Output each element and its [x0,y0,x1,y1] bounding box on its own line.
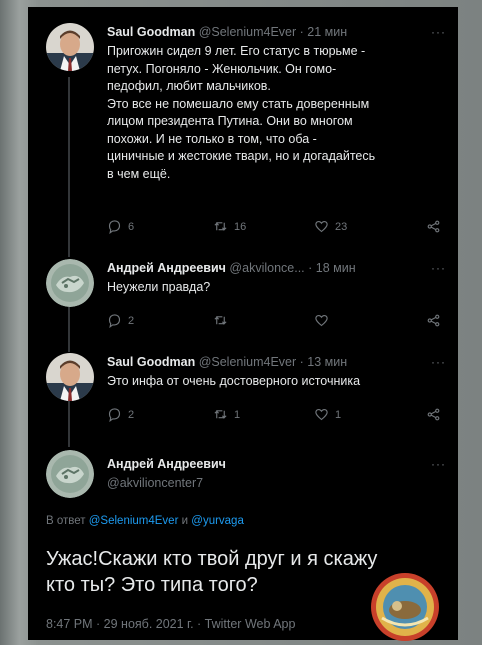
tweet-text: Это инфа от очень достоверного источника [107,373,446,391]
avatar[interactable] [46,450,94,498]
share-button[interactable] [426,407,441,422]
author-name[interactable]: Saul Goodman [107,355,195,369]
reply-count: 6 [128,220,135,233]
tweet-text-line: похожи. И не только в том, что оба - [107,131,317,146]
twitter-thread-screen: Saul Goodman @Selenium4Ever · 21 мин ···… [28,7,458,640]
tweet-actions: 2 [107,313,447,331]
retweet-count: 16 [234,220,247,233]
separator: · [308,261,313,275]
separator: · [299,355,304,369]
reply-button[interactable]: 6 [107,219,134,234]
tweet-header: Андрей Андреевич ··· [107,456,446,472]
reply-count: 2 [128,408,135,421]
separator: · [299,25,304,39]
tweet-header: Saul Goodman @Selenium4Ever · 21 мин ··· [107,24,446,40]
tweet[interactable]: Андрей Андреевич @akvilonce... · 18 мин … [107,260,446,297]
share-button[interactable] [426,219,441,234]
stamp-badge [371,573,439,641]
tweet-actions: 2 1 1 [107,407,447,425]
like-button[interactable]: 1 [314,407,341,422]
tweet[interactable]: Saul Goodman @Selenium4Ever · 13 мин ···… [107,354,446,391]
mention-link[interactable]: @Selenium4Ever [89,515,179,527]
tweet-header: Saul Goodman @Selenium4Ever · 13 мин ··· [107,354,446,370]
mention-link[interactable]: @yurvaga [191,515,244,527]
thread-line [68,307,70,352]
tweet-text-line: лицом президента Путина. Они во многом [107,114,353,128]
author-handle[interactable]: @Selenium4Ever [199,355,296,369]
tweet-text-line: Это инфа от очень достоверного источника [107,374,361,388]
main-tweet-author[interactable]: Андрей Андреевич ··· @akvilioncenter7 [107,456,446,491]
tweet-meta[interactable]: 8:47 PM · 29 нояб. 2021 г. · Twitter Web… [46,617,295,631]
more-icon[interactable]: ··· [431,260,446,276]
like-button[interactable] [314,313,335,328]
reply-and: и [181,515,189,527]
retweet-count: 1 [234,408,241,421]
timestamp[interactable]: 13 мин [307,355,347,369]
like-icon [315,408,328,421]
photo-frame: Saul Goodman @Selenium4Ever · 21 мин ···… [0,0,482,645]
like-icon [315,220,328,233]
reply-icon [108,314,121,328]
tweet-text: Неужели правда? [107,279,446,297]
like-icon [315,314,328,327]
reply-prefix: В ответ [46,515,86,527]
tweet-text-line: циничные и жестокие твари, но и догадайт… [107,149,376,163]
reply-count: 2 [128,314,135,327]
reply-to-line: В ответ @Selenium4Ever и @yurvaga [46,515,244,527]
tweet[interactable]: Saul Goodman @Selenium4Ever · 21 мин ···… [107,24,446,183]
share-icon [427,220,440,233]
like-button[interactable]: 23 [314,219,347,234]
tweet-text-line: в чем ещё. [107,166,171,181]
share-button[interactable] [426,313,441,328]
author-name[interactable]: Андрей Андреевич [107,457,226,471]
tweet-actions: 6 16 23 [107,219,447,237]
reply-icon [108,408,121,422]
thread-line [68,399,70,447]
author-name[interactable]: Saul Goodman [107,25,195,39]
retweet-icon [214,316,227,325]
author-name[interactable]: Андрей Андреевич [107,261,226,275]
avatar[interactable] [46,259,94,307]
retweet-button[interactable]: 16 [213,219,246,234]
more-icon[interactable]: ··· [431,354,446,370]
retweet-icon [214,222,227,231]
more-icon[interactable]: ··· [431,24,446,40]
tweet-header: Андрей Андреевич @akvilonce... · 18 мин … [107,260,446,276]
author-handle[interactable]: @akvilioncenter7 [107,476,203,490]
tweet-text-line: Неужели правда? [107,280,211,294]
tweet-text-line: Это все не помешало ему стать доверенным [107,96,370,111]
tweet-text: Пригожин сидел 9 лет. Его статус в тюрьм… [107,43,446,183]
author-handle[interactable]: @akvilonce... [229,261,304,275]
timestamp[interactable]: 18 мин [316,261,356,275]
like-count: 23 [335,220,348,233]
avatar[interactable] [46,353,94,401]
author-handle-row: @akvilioncenter7 [107,475,446,491]
main-tweet-text-line: Ужас!Скажи кто твой друг и я скажу [46,548,378,570]
share-icon [427,314,440,327]
tweet-text-line: педофил, любит мальчиков. [107,79,271,93]
tweet-text-line: петух. Погоняло - Женюльчик. Он гомо- [107,61,337,76]
more-icon[interactable]: ··· [431,456,446,472]
reply-button[interactable]: 2 [107,313,134,328]
share-icon [427,408,440,421]
reply-icon [108,220,121,234]
timestamp[interactable]: 21 мин [307,25,347,39]
reply-button[interactable]: 2 [107,407,134,422]
retweet-button[interactable]: 1 [213,407,240,422]
avatar[interactable] [46,23,94,71]
like-count: 1 [335,408,342,421]
thread-line [68,77,70,257]
retweet-button[interactable] [213,313,234,328]
tweet-text-line: Пригожин сидел 9 лет. Его статус в тюрьм… [107,44,366,58]
retweet-icon [214,410,227,419]
author-handle[interactable]: @Selenium4Ever [199,25,296,39]
